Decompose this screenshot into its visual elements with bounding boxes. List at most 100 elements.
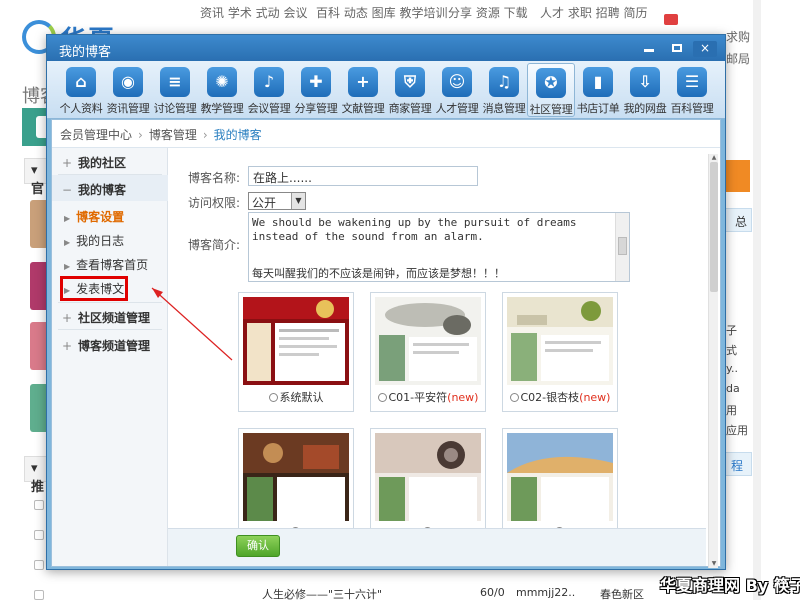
sidebar-item-blog-settings[interactable]: ▶ 博客设置 xyxy=(64,208,124,225)
tool-encyclopedia[interactable]: ☰ 百科管理 xyxy=(668,63,716,117)
bg-article-author[interactable]: mmmjj22.. xyxy=(516,586,575,599)
template-card-5[interactable] xyxy=(370,428,486,528)
chevron-right-icon: › xyxy=(138,128,143,142)
scroll-down-icon[interactable]: ▼ xyxy=(710,560,718,568)
template-card-4[interactable] xyxy=(238,428,354,528)
expand-icon: + xyxy=(62,339,73,353)
bg-right-text: da xyxy=(726,382,740,395)
minimize-button[interactable] xyxy=(637,41,661,57)
bg-right-text: 用 xyxy=(726,404,737,417)
page-scrollbar[interactable] xyxy=(753,0,761,600)
expand-icon: + xyxy=(62,311,73,325)
scroll-up-icon[interactable]: ▲ xyxy=(710,154,718,162)
bg-top-right[interactable]: 邮局 xyxy=(726,50,750,67)
template-preview xyxy=(375,297,481,385)
blog-settings-form: 博客名称: 在路上...... 访问权限: 公开 ▼ 博客简介: We shoul… xyxy=(168,148,712,528)
tool-news[interactable]: ◉ 资讯管理 xyxy=(104,63,152,117)
sidebar-item-my-journal[interactable]: ▶ 我的日志 xyxy=(64,232,124,249)
tool-talent[interactable]: ☺ 人才管理 xyxy=(433,63,481,117)
watermark: 华夏商理网 By 筷子 xyxy=(660,576,800,595)
bg-right-header: 总 xyxy=(722,208,752,232)
tool-discussion[interactable]: ≡ 讨论管理 xyxy=(151,63,199,117)
textarea-scrollbar[interactable] xyxy=(615,213,629,281)
template-card-c02[interactable]: C02-银杏枝(new) xyxy=(502,292,618,412)
bg-right-text: y.. xyxy=(726,362,738,375)
bg-right-text: 式 xyxy=(726,344,737,357)
bg-list-bullet xyxy=(34,530,44,540)
person-icon: ☺ xyxy=(442,67,472,97)
bg-right-header: 程 xyxy=(722,452,752,476)
radio-icon[interactable] xyxy=(509,393,519,402)
breadcrumb-current: 我的博客 xyxy=(213,128,262,142)
tool-message[interactable]: ♫ 消息管理 xyxy=(480,63,528,117)
template-card-c01[interactable]: C01-平安符(new) xyxy=(370,292,486,412)
pin-icon: ✚ xyxy=(301,67,331,97)
access-label: 访问权限: xyxy=(188,196,241,210)
book-icon: ▮ xyxy=(583,67,613,97)
bg-list-bullet xyxy=(34,560,44,570)
blog-intro-textarea[interactable]: We should be wakening up by the pursuit … xyxy=(248,212,630,282)
breadcrumb: 会员管理中心 › 博客管理 › 我的博客 xyxy=(52,120,720,148)
bg-top-right[interactable]: 求购 xyxy=(726,28,750,45)
sidebar-item-view-blog-home[interactable]: ▶ 查看博客首页 xyxy=(64,256,148,273)
form-footer: 确认 xyxy=(168,528,706,566)
tool-bookstore[interactable]: ▮ 书店订单 xyxy=(574,63,622,117)
maximize-button[interactable] xyxy=(665,41,689,57)
tool-netdisk[interactable]: ⇩ 我的网盘 xyxy=(621,63,669,117)
triangle-right-icon: ▶ xyxy=(64,238,71,247)
speaker-icon: ♫ xyxy=(489,67,519,97)
sidebar: + 我的社区 − 我的博客 ▶ 博客设置 ▶ 我的日志 ▶ 查看博客首页 ▶ 发表博文 + 社… xyxy=(52,148,168,566)
collapse-icon: − xyxy=(62,183,73,197)
my-blog-window: 我的博客 × ⌂ 个人资料 ◉ 资讯管理 ≡ 讨论管理 ✺ 教学管理 ♪ 会议管理 ✚ 分享… xyxy=(46,34,726,570)
sidebar-group-blog-channel[interactable]: + 博客频道管理 xyxy=(52,331,168,357)
radio-icon[interactable] xyxy=(268,393,278,402)
window-content: 会员管理中心 › 博客管理 › 我的博客 + 我的社区 − 我的博客 ▶ 博客设置 ▶ 我的日志… xyxy=(51,119,721,568)
film-reel-icon: ✺ xyxy=(207,67,237,97)
tool-profile[interactable]: ⌂ 个人资料 xyxy=(57,63,105,117)
bg-list-bullet xyxy=(34,590,44,600)
template-preview xyxy=(243,433,349,521)
bg-top-link[interactable]: 资讯 学术 式动 会议 xyxy=(200,4,307,21)
template-preview xyxy=(243,297,349,385)
triangle-right-icon: ▶ xyxy=(64,262,71,271)
document-add-icon: + xyxy=(348,67,378,97)
close-button[interactable]: × xyxy=(693,41,717,57)
tool-literature[interactable]: + 文献管理 xyxy=(339,63,387,117)
content-scrollbar[interactable]: ▲ ▼ xyxy=(708,154,718,568)
sidebar-group-community-channel[interactable]: + 社区频道管理 xyxy=(52,303,168,329)
sidebar-group-my-community[interactable]: + 我的社区 xyxy=(52,148,168,174)
triangle-right-icon: ▶ xyxy=(64,214,71,223)
chat-icon xyxy=(664,14,678,25)
triangle-right-icon: ▶ xyxy=(64,286,71,295)
download-icon: ⇩ xyxy=(630,67,660,97)
template-preview xyxy=(507,433,613,521)
rss-icon: ◉ xyxy=(113,67,143,97)
bg-top-link[interactable]: 分享 资源 下载 xyxy=(448,4,528,21)
home-icon: ⌂ xyxy=(66,67,96,97)
tool-share[interactable]: ✚ 分享管理 xyxy=(292,63,340,117)
breadcrumb-item[interactable]: 博客管理 xyxy=(149,128,197,142)
access-select[interactable]: 公开 ▼ xyxy=(248,192,306,210)
confirm-button[interactable]: 确认 xyxy=(236,535,280,557)
window-titlebar[interactable]: 我的博客 × xyxy=(47,35,725,61)
close-icon: × xyxy=(699,41,711,55)
template-preview xyxy=(507,297,613,385)
tool-teaching[interactable]: ✺ 教学管理 xyxy=(198,63,246,117)
template-card-default[interactable]: 系统默认 xyxy=(238,292,354,412)
blog-name-label: 博客名称: xyxy=(188,171,241,185)
microphone-icon: ♪ xyxy=(254,67,284,97)
bg-top-link[interactable]: 百科 动态 图库 教学培训 xyxy=(316,4,447,21)
tool-meeting[interactable]: ♪ 会议管理 xyxy=(245,63,293,117)
tool-community[interactable]: ✪ 社区管理 xyxy=(527,63,575,117)
tool-merchant[interactable]: ⛨ 商家管理 xyxy=(386,63,434,117)
bg-orange-block xyxy=(724,160,750,192)
sidebar-item-publish-post[interactable]: ▶ 发表博文 xyxy=(59,276,129,301)
shield-icon: ⛨ xyxy=(395,67,425,97)
bg-top-link[interactable]: 人才 求职 招聘 简历 xyxy=(540,4,647,21)
breadcrumb-item[interactable]: 会员管理中心 xyxy=(60,128,132,142)
template-card-6[interactable] xyxy=(502,428,618,528)
radio-icon[interactable] xyxy=(377,393,387,402)
window-title: 我的博客 xyxy=(59,45,112,60)
blog-name-input[interactable]: 在路上...... xyxy=(248,166,478,186)
sidebar-group-my-blog[interactable]: − 我的博客 xyxy=(52,175,168,201)
